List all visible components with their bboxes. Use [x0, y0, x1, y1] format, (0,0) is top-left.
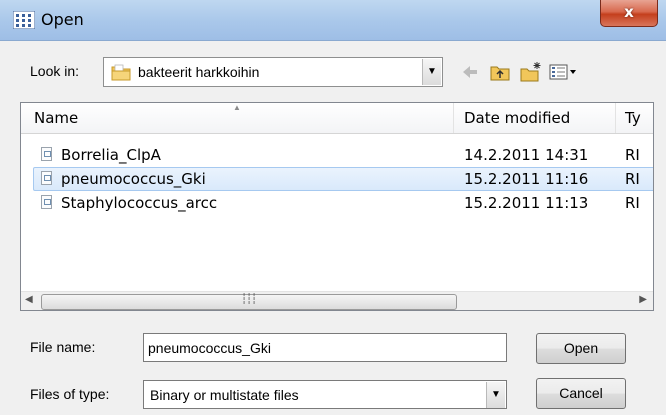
cancel-button[interactable]: Cancel [536, 378, 626, 409]
new-folder-icon[interactable] [519, 60, 543, 84]
chevron-down-icon[interactable]: ▼ [422, 59, 441, 85]
file-row[interactable]: Borrelia_ClpA 14.2.2011 14:31 RI [21, 143, 653, 167]
column-divider[interactable] [453, 103, 454, 133]
file-list[interactable]: Name ▲ Date modified Ty Borrelia_ClpA 14… [20, 102, 654, 311]
up-folder-icon[interactable] [489, 60, 511, 84]
open-dialog: Open x Look in: bakteerit harkkoihin ▼ N… [0, 0, 666, 415]
file-row[interactable]: Staphylococcus_arcc 15.2.2011 11:13 RI [21, 191, 653, 215]
list-header: Name ▲ Date modified Ty [21, 103, 653, 134]
scroll-left-icon[interactable]: ◀ [25, 294, 33, 305]
back-arrow-icon[interactable] [461, 60, 479, 84]
files-of-type-value: Binary or multistate files [150, 387, 299, 403]
files-of-type-label: Files of type: [30, 386, 110, 402]
column-header-type[interactable]: Ty [625, 109, 641, 127]
folder-icon [111, 64, 131, 81]
file-icon [41, 171, 52, 185]
look-in-dropdown[interactable]: bakteerit harkkoihin ▼ [103, 57, 443, 87]
file-name-field-box [143, 333, 507, 362]
file-type: RI [625, 146, 640, 164]
file-name: Borrelia_ClpA [61, 146, 161, 164]
scroll-right-icon[interactable]: ▶ [639, 294, 647, 305]
grip-icon: ┆┆┆ [241, 294, 257, 305]
file-name-input[interactable] [146, 336, 506, 359]
look-in-label: Look in: [30, 63, 80, 79]
close-button[interactable]: x [600, 0, 658, 27]
chevron-down-icon[interactable]: ▼ [486, 382, 505, 408]
column-header-date-modified[interactable]: Date modified [464, 109, 570, 127]
app-grid-icon [13, 11, 35, 29]
files-of-type-dropdown[interactable]: Binary or multistate files ▼ [143, 380, 507, 409]
file-date: 15.2.2011 11:13 [464, 194, 589, 212]
file-name: pneumococcus_Gki [61, 170, 206, 188]
scrollbar-thumb[interactable]: ┆┆┆ [41, 294, 457, 310]
sort-ascending-icon: ▲ [233, 103, 241, 112]
file-type: RI [625, 170, 640, 188]
file-date: 14.2.2011 14:31 [464, 146, 589, 164]
file-type: RI [625, 194, 640, 212]
horizontal-scrollbar[interactable]: ◀ ┆┆┆ ▶ [21, 291, 653, 310]
file-date: 15.2.2011 11:16 [464, 170, 589, 188]
file-row-selected[interactable]: pneumococcus_Gki 15.2.2011 11:16 RI [21, 167, 653, 191]
column-divider[interactable] [615, 103, 616, 133]
window-title: Open [41, 10, 84, 29]
file-icon [41, 195, 52, 209]
file-icon [41, 147, 52, 161]
file-name: Staphylococcus_arcc [61, 194, 218, 212]
column-header-name[interactable]: Name [34, 109, 78, 127]
look-in-value: bakteerit harkkoihin [138, 64, 260, 80]
view-menu-icon[interactable] [548, 60, 578, 84]
open-button[interactable]: Open [536, 333, 626, 364]
title-bar[interactable]: Open x [0, 0, 666, 41]
file-name-label: File name: [30, 339, 96, 355]
